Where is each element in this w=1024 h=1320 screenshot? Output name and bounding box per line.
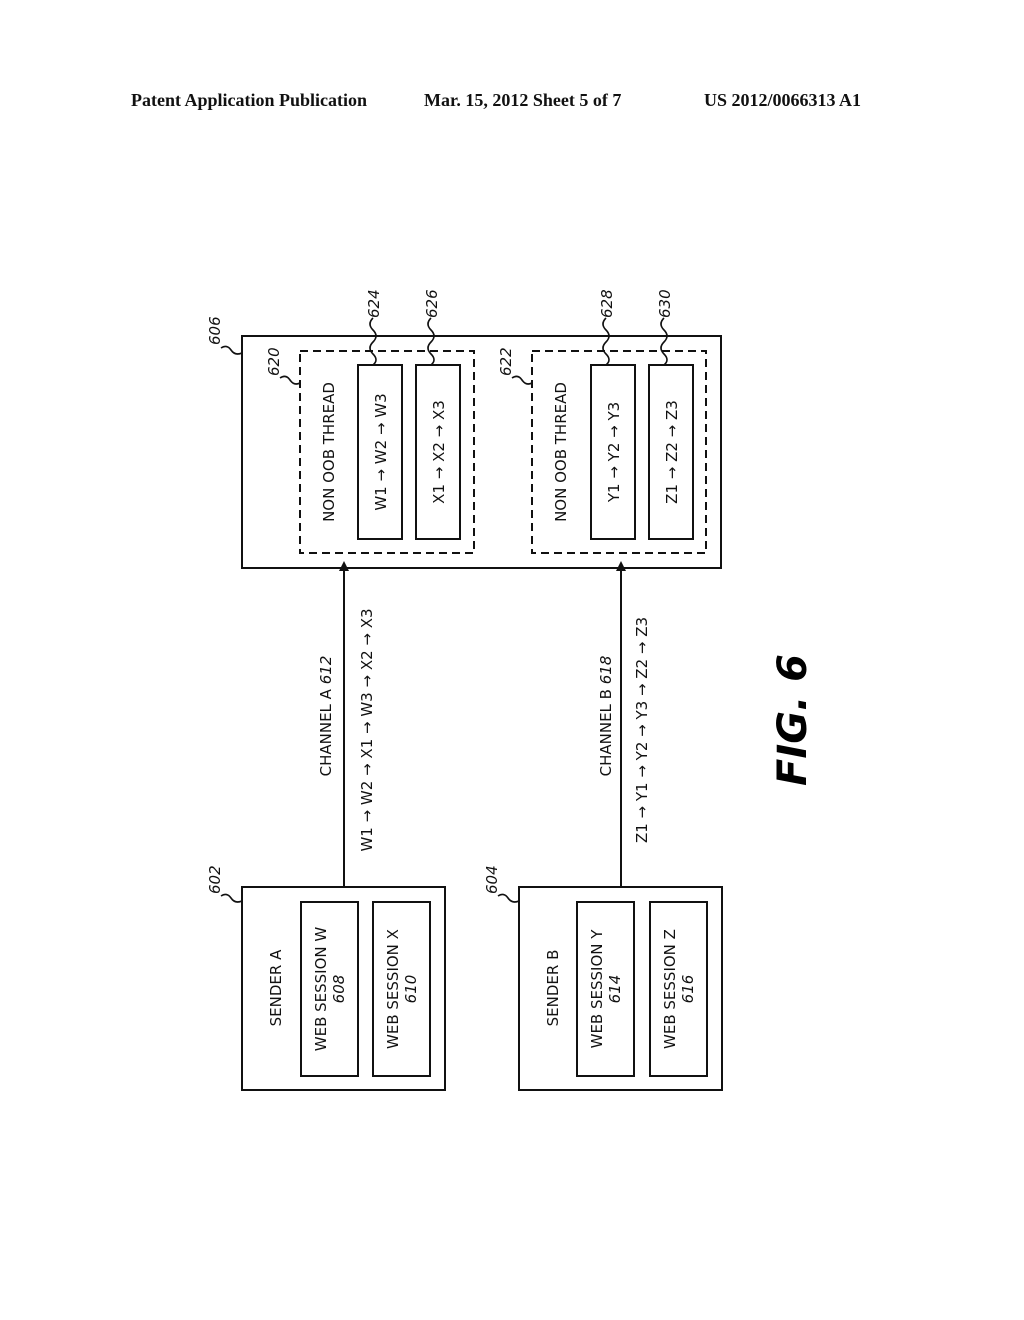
web-session-w-label: WEB SESSION W: [312, 927, 330, 1052]
figure-label: FIG. 6: [770, 654, 816, 786]
web-session-z-ref: 616: [679, 975, 697, 1004]
channel-b-name: CHANNEL B: [597, 689, 615, 776]
sender-a-ref: 602: [206, 865, 224, 894]
queue-ref-624: 624: [365, 289, 383, 318]
leader-line: [427, 317, 435, 366]
channel-a-label: CHANNEL A 612: [317, 656, 335, 777]
thread-620: 620 NON OOB THREAD 624 W1 → W2 → W3 626 …: [265, 289, 475, 554]
sender-b-ref: 604: [483, 865, 501, 894]
figure-6-diagram: 606 620 NON OOB THREAD 624 W1 → W2 → W3 …: [206, 289, 816, 1091]
web-session-z-label: WEB SESSION Z: [661, 929, 679, 1049]
receiver-ref: 606: [206, 316, 224, 345]
channel-b-ref: 618: [597, 656, 615, 685]
sender-a-602: 602 SENDER A WEB SESSION W 608 WEB SESSI…: [206, 865, 446, 1091]
web-session-w-ref: 608: [330, 975, 348, 1004]
web-session-x-label: WEB SESSION X: [384, 929, 402, 1049]
web-session-y-ref: 614: [606, 975, 624, 1004]
thread-ref: 622: [497, 347, 515, 376]
queue-ref-630: 630: [656, 289, 674, 318]
channel-b: CHANNEL B 618 Z1 → Y1 → Y2 → Y3 → Z2 → Z…: [597, 561, 651, 886]
queue-label-630: Z1 → Z2 → Z3: [663, 400, 681, 504]
leader-line: [660, 317, 668, 366]
web-session-y-label: WEB SESSION Y: [588, 929, 606, 1049]
thread-ref: 620: [265, 347, 283, 376]
channel-b-sequence: Z1 → Y1 → Y2 → Y3 → Z2 → Z3: [633, 617, 651, 843]
channel-a-sequence: W1 → W2 → X1 → W3 → X2 → X3: [358, 608, 376, 851]
channel-a-ref: 612: [317, 656, 335, 685]
thread-label: NON OOB THREAD: [320, 382, 338, 522]
queue-ref-628: 628: [598, 289, 616, 318]
thread-622: 622 NON OOB THREAD 628 Y1 → Y2 → Y3 630 …: [497, 289, 707, 554]
leader-line: [220, 893, 243, 903]
queue-label-628: Y1 → Y2 → Y3: [605, 402, 623, 503]
queue-label-624: W1 → W2 → W3: [372, 393, 390, 510]
leader-line: [497, 893, 520, 903]
channel-a-name: CHANNEL A: [317, 688, 335, 776]
queue-label-626: X1 → X2 → X3: [430, 400, 448, 504]
leader-line: [369, 317, 377, 366]
leader-line: [220, 345, 243, 355]
queue-ref-626: 626: [423, 289, 441, 318]
sender-a-label: SENDER A: [267, 949, 285, 1026]
sender-b-604: 604 SENDER B WEB SESSION Y 614 WEB SESSI…: [483, 865, 723, 1091]
leader-line: [511, 375, 533, 385]
leader-line: [279, 375, 301, 385]
channel-a: CHANNEL A 612 W1 → W2 → X1 → W3 → X2 → X…: [317, 561, 376, 886]
sender-b-label: SENDER B: [544, 950, 562, 1027]
channel-b-label: CHANNEL B 618: [597, 656, 615, 777]
receiver-606: 606 620 NON OOB THREAD 624 W1 → W2 → W3 …: [206, 289, 722, 569]
leader-line: [602, 317, 610, 366]
thread-label: NON OOB THREAD: [552, 382, 570, 522]
web-session-x-ref: 610: [402, 975, 420, 1004]
